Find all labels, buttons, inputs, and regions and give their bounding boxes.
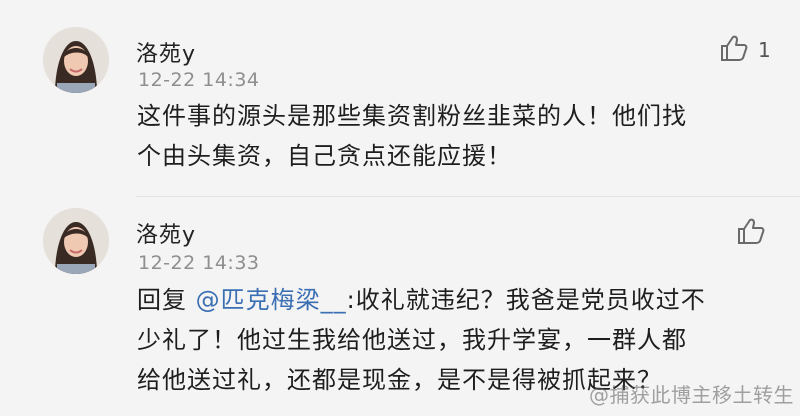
watermark: @捕获此博主移土转生	[589, 383, 794, 407]
mention-link[interactable]: @匹克梅梁__	[196, 286, 347, 314]
comment-username[interactable]: 洛苑y	[136, 36, 196, 68]
comment-text-line: 回复 @匹克梅梁__:收礼就违纪？我爸是党员收过不	[137, 280, 777, 320]
comment-timestamp: 12-22 14:33	[138, 252, 260, 274]
comment-text-line: 少礼了！他过生我给他送过，我升学宴，一群人都	[137, 326, 687, 354]
comment-timestamp: 12-22 14:34	[138, 69, 260, 91]
like-count: 1	[758, 38, 771, 62]
comment-username[interactable]: 洛苑y	[136, 217, 196, 249]
thumbs-up-icon	[737, 218, 765, 248]
comment-text-line: 这件事的源头是那些集资割粉丝韭菜的人！他们找	[137, 102, 687, 130]
avatar[interactable]	[43, 27, 109, 93]
like-button[interactable]: 1	[720, 35, 771, 65]
comment-page: 洛苑y 12-22 14:34 1 这件事的源头是那些集资割粉丝韭菜的人！他们找…	[0, 0, 800, 416]
thumbs-up-icon	[720, 35, 748, 65]
avatar[interactable]	[43, 208, 109, 274]
reply-prefix: 回复	[137, 286, 187, 314]
comment-text-line: 个由头集资，自己贪点还能应援！	[137, 142, 512, 170]
like-button[interactable]	[737, 218, 765, 248]
reply-text: :收礼就违纪？我爸是党员收过不	[346, 286, 706, 314]
comment-divider	[136, 196, 800, 197]
comment-item: 洛苑y 12-22 14:34 1 这件事的源头是那些集资割粉丝韭菜的人！他们找…	[0, 0, 800, 200]
comment-body: 这件事的源头是那些集资割粉丝韭菜的人！他们找 个由头集资，自己贪点还能应援！	[137, 96, 777, 176]
